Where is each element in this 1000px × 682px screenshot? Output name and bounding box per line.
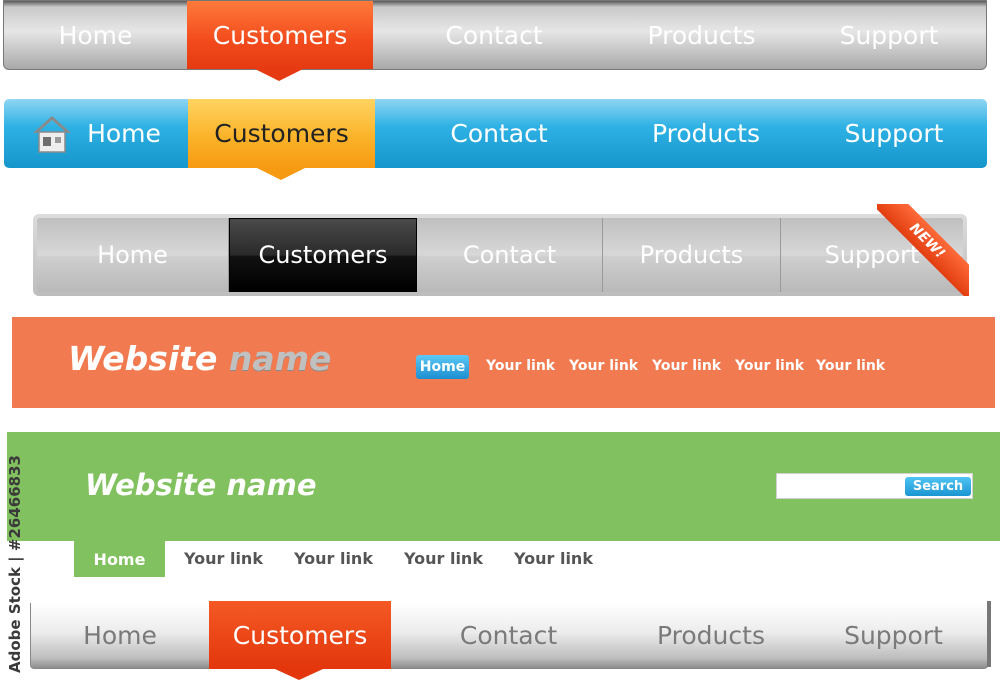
nav-link[interactable]: Your link bbox=[294, 549, 373, 568]
site-name-part2: name bbox=[228, 339, 332, 378]
nav-item-label: Home bbox=[83, 621, 157, 650]
nav-item-support[interactable]: Support bbox=[801, 603, 986, 668]
search-button[interactable]: Search bbox=[905, 477, 971, 496]
site-name: Website name bbox=[68, 339, 331, 378]
stock-credit-text: Adobe Stock | #26466833 bbox=[6, 455, 24, 673]
nav-link[interactable]: Your link bbox=[404, 549, 483, 568]
nav-item-home[interactable]: Home bbox=[37, 218, 229, 292]
nav-link[interactable]: Your link bbox=[514, 549, 593, 568]
nav-item-products[interactable]: Products bbox=[611, 603, 811, 668]
nav-item-support[interactable]: Support bbox=[799, 1, 979, 69]
nav-item-label: Support bbox=[844, 621, 943, 650]
nav-bar-inner: Home Customers Contact Products Support bbox=[37, 218, 963, 292]
nav-item-contact[interactable]: Contact bbox=[417, 218, 603, 292]
nav-item-contact[interactable]: Contact bbox=[406, 603, 611, 668]
nav-item-label: Contact bbox=[462, 241, 557, 269]
nav-link[interactable]: Your link bbox=[569, 358, 638, 374]
nav-bar-blue: Home Customers Contact Products Support bbox=[4, 99, 989, 180]
nav-item-products[interactable]: Products bbox=[604, 1, 799, 69]
stock-credit: Adobe Stock | #26466833 bbox=[5, 455, 35, 675]
nav-item-label: Customers bbox=[212, 20, 348, 50]
nav-item-label: Support bbox=[844, 119, 944, 148]
site-name-part1: Website bbox=[68, 339, 218, 378]
active-pointer bbox=[255, 69, 303, 81]
nav-item-label: Products bbox=[652, 119, 760, 148]
nav-item-label: Products bbox=[647, 20, 756, 50]
new-ribbon-label: NEW! bbox=[877, 204, 969, 296]
subnav-green: Home Your link Your link Your link Your … bbox=[74, 541, 634, 577]
nav-item-label: Products bbox=[657, 621, 765, 650]
header-orange: Website name Home Your link Your link Yo… bbox=[12, 317, 995, 408]
nav-item-label: Home bbox=[58, 20, 133, 50]
search-box: Search bbox=[776, 473, 973, 499]
nav-item-label: Home bbox=[97, 241, 168, 269]
nav-item-customers-active[interactable]: Customers bbox=[229, 218, 417, 292]
nav-item-label: Support bbox=[839, 20, 939, 50]
nav-bar-grey: Home Customers Contact Products Support bbox=[3, 0, 987, 81]
nav-item-home[interactable]: Home bbox=[4, 99, 188, 168]
nav-item-contact[interactable]: Contact bbox=[399, 1, 589, 69]
nav-link[interactable]: Your link bbox=[184, 549, 263, 568]
nav-item-label: Customers bbox=[232, 620, 368, 650]
nav-item-label: Customers bbox=[258, 241, 388, 269]
nav-link[interactable]: Your link bbox=[735, 358, 804, 374]
nav-item-customers-active[interactable]: Customers bbox=[209, 601, 391, 680]
nav-item-home[interactable]: Home bbox=[31, 603, 209, 668]
nav-item-label: Customers bbox=[214, 119, 349, 148]
nav-item-label: Contact bbox=[459, 621, 558, 650]
nav-item-products[interactable]: Products bbox=[603, 218, 781, 292]
nav-bar-silver: Home Customers Contact Products Support … bbox=[33, 204, 969, 296]
nav-link[interactable]: Your link bbox=[816, 358, 885, 374]
site-name: Website name bbox=[85, 468, 317, 502]
nav-item-products[interactable]: Products bbox=[606, 99, 806, 168]
nav-bar-light: Home Customers Contact Products Support bbox=[30, 601, 991, 680]
home-link-active[interactable]: Home bbox=[74, 541, 165, 577]
nav-link[interactable]: Your link bbox=[486, 358, 555, 374]
active-pointer bbox=[257, 168, 305, 180]
nav-link[interactable]: Your link bbox=[652, 358, 721, 374]
search-input[interactable] bbox=[779, 476, 903, 498]
nav-item-label: Home bbox=[87, 119, 161, 148]
house-icon bbox=[33, 115, 72, 153]
home-link-active[interactable]: Home bbox=[416, 355, 469, 379]
header-green: Website name Search bbox=[7, 432, 1000, 541]
nav-item-contact[interactable]: Contact bbox=[399, 99, 599, 168]
nav-item-support[interactable]: Support bbox=[799, 99, 989, 168]
nav-item-customers-active[interactable]: Customers bbox=[188, 99, 375, 180]
nav-endcap bbox=[987, 601, 991, 667]
nav-item-home[interactable]: Home bbox=[4, 1, 187, 69]
active-pointer bbox=[275, 669, 323, 680]
nav-item-label: Contact bbox=[445, 20, 543, 50]
nav-item-customers-active[interactable]: Customers bbox=[187, 1, 373, 81]
nav-item-label: Contact bbox=[450, 119, 548, 148]
new-ribbon: NEW! bbox=[877, 204, 969, 296]
nav-item-label: Products bbox=[639, 241, 744, 269]
